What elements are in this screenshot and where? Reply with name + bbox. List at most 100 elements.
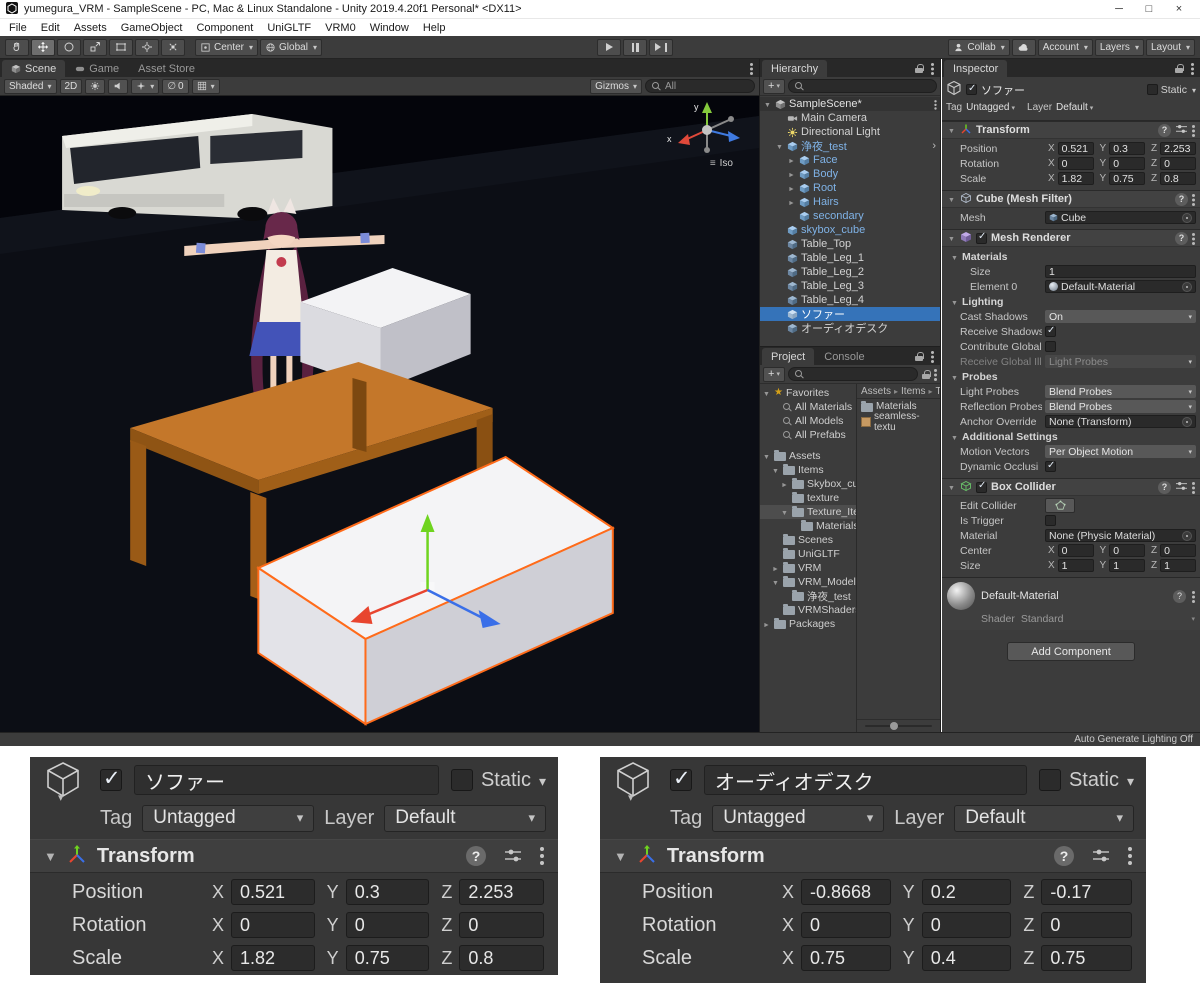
static-checkbox[interactable] <box>450 769 473 791</box>
cast-shadows-dropdown[interactable]: On <box>1045 310 1196 323</box>
foldout-icon[interactable] <box>950 251 959 263</box>
project-search-input[interactable] <box>787 367 918 381</box>
hierarchy-item-table-leg-2[interactable]: Table_Leg_2 <box>760 265 940 279</box>
position-x-field[interactable]: -0.8668 <box>801 879 891 905</box>
project-item-materials[interactable]: Materials <box>760 519 856 533</box>
foldout-icon[interactable] <box>947 232 956 244</box>
step-button[interactable] <box>649 38 674 56</box>
project-menu-icon[interactable] <box>931 350 934 363</box>
menu-help[interactable]: Help <box>416 22 453 34</box>
tab-game[interactable]: Game <box>66 60 128 77</box>
scale-y-field[interactable]: 0.75 <box>1109 172 1146 185</box>
static-toggle[interactable]: Static <box>1038 769 1134 792</box>
layer-dropdown[interactable]: Default <box>954 804 1134 832</box>
position-x-field[interactable]: 0.521 <box>1057 142 1094 155</box>
contribute-gi-checkbox[interactable] <box>1045 341 1056 352</box>
physic-material-field[interactable]: None (Physic Material) <box>1045 529 1196 542</box>
foldout-icon[interactable] <box>947 193 956 205</box>
hierarchy-item-skybox-cube[interactable]: skybox_cube <box>760 223 940 237</box>
presets-icon[interactable] <box>1175 480 1188 494</box>
lock-icon[interactable] <box>914 63 924 74</box>
component-menu-icon[interactable] <box>1192 193 1195 206</box>
project-item-texture-item[interactable]: Texture_Item <box>760 505 856 519</box>
mesh-object-field[interactable]: Cube <box>1045 211 1196 224</box>
scale-y-field[interactable]: 0.4 <box>921 945 1012 971</box>
hierarchy-item-main-camera[interactable]: Main Camera <box>760 111 940 125</box>
rect-tool-button[interactable] <box>109 38 133 56</box>
rotation-y-field[interactable]: 0 <box>1109 157 1146 170</box>
mesh-filter-header[interactable]: Cube (Mesh Filter) <box>942 190 1200 208</box>
scene-lighting-toggle[interactable] <box>85 78 106 94</box>
transform-header[interactable]: Transform <box>600 839 1146 873</box>
tab-scene[interactable]: Scene <box>2 60 66 77</box>
project-item-favorites[interactable]: Favorites <box>760 386 856 400</box>
pivot-mode-button[interactable]: Center <box>195 38 259 56</box>
minimize-button[interactable]: ─ <box>1104 3 1134 15</box>
rotation-z-field[interactable]: 0 <box>459 912 545 938</box>
hierarchy-item-table-leg-4[interactable]: Table_Leg_4 <box>760 293 940 307</box>
project-item-skybox-cub[interactable]: Skybox_cub <box>760 477 856 491</box>
foldout-icon[interactable] <box>947 481 956 493</box>
project-item-vrm[interactable]: VRM <box>760 561 856 575</box>
menu-component[interactable]: Component <box>189 22 260 34</box>
active-checkbox[interactable] <box>100 766 122 791</box>
rotation-x-field[interactable]: 0 <box>1057 157 1094 170</box>
maximize-button[interactable]: □ <box>1134 3 1164 15</box>
project-item-all-prefabs[interactable]: All Prefabs <box>760 428 856 442</box>
foldout-icon[interactable] <box>44 849 57 864</box>
scale-x-field[interactable]: 1.82 <box>231 945 315 971</box>
static-toggle[interactable]: Static <box>1146 84 1196 96</box>
project-item-scenes[interactable]: Scenes <box>760 533 856 547</box>
component-enabled-checkbox[interactable] <box>976 480 987 493</box>
lock-icon[interactable] <box>1174 63 1184 74</box>
gameobject-name[interactable]: ソファー <box>981 82 1143 98</box>
cloud-button[interactable] <box>1011 38 1036 56</box>
active-checkbox[interactable] <box>966 83 977 95</box>
project-item-packages[interactable]: Packages <box>760 617 856 631</box>
tab-hierarchy[interactable]: Hierarchy <box>762 60 828 77</box>
motion-vectors-dropdown[interactable]: Per Object Motion <box>1045 445 1196 458</box>
light-probes-dropdown[interactable]: Blend Probes <box>1045 385 1196 398</box>
position-z-field[interactable]: 2.253 <box>1160 142 1196 155</box>
layers-dropdown[interactable]: Layers <box>1094 38 1144 56</box>
menu-gameobject[interactable]: GameObject <box>114 22 190 34</box>
edit-collider-button[interactable] <box>1045 498 1075 513</box>
account-dropdown[interactable]: Account <box>1037 38 1093 56</box>
tag-dropdown[interactable]: Untagged <box>142 804 315 832</box>
component-menu-icon[interactable] <box>1128 847 1132 865</box>
rotation-z-field[interactable]: 0 <box>1160 157 1196 170</box>
lock-icon[interactable] <box>914 351 924 362</box>
project-item-vrm-model[interactable]: VRM_Model <box>760 575 856 589</box>
scene-audio-toggle[interactable] <box>108 78 129 94</box>
shader-dropdown[interactable]: Standard <box>1021 613 1195 625</box>
foldout-icon[interactable] <box>950 431 959 443</box>
scale-x-field[interactable]: 0.75 <box>801 945 891 971</box>
draw-mode-dropdown[interactable]: Shaded <box>4 78 57 94</box>
project-create-button[interactable] <box>763 366 785 382</box>
component-menu-icon[interactable] <box>1192 232 1195 245</box>
static-checkbox[interactable] <box>1038 769 1061 791</box>
size-y-field[interactable]: 1 <box>1109 559 1146 572</box>
hidden-objects-toggle[interactable]: 0 <box>162 78 189 94</box>
tag-dropdown[interactable]: Untagged <box>966 102 1015 113</box>
reflection-probes-dropdown[interactable]: Blend Probes <box>1045 400 1196 413</box>
center-z-field[interactable]: 0 <box>1160 544 1196 557</box>
gameobject-name-field[interactable]: ソファー <box>134 765 439 795</box>
center-y-field[interactable]: 0 <box>1109 544 1146 557</box>
hierarchy-menu-icon[interactable] <box>931 62 934 75</box>
rotation-z-field[interactable]: 0 <box>1041 912 1133 938</box>
lock-icon[interactable] <box>921 369 931 380</box>
static-toggle[interactable]: Static <box>450 769 546 792</box>
pivot-rotation-button[interactable]: Global <box>260 38 322 56</box>
foldout-icon[interactable] <box>947 124 956 136</box>
scale-x-field[interactable]: 1.82 <box>1057 172 1094 185</box>
orientation-gizmo[interactable]: x y <box>661 100 753 158</box>
project-options-icon[interactable] <box>934 368 937 381</box>
presets-icon[interactable] <box>504 847 522 866</box>
rotation-x-field[interactable]: 0 <box>231 912 315 938</box>
hierarchy-item-hairs[interactable]: Hairs <box>760 195 940 209</box>
tab-project[interactable]: Project <box>762 348 815 365</box>
help-icon[interactable] <box>1175 192 1188 206</box>
component-enabled-checkbox[interactable] <box>976 231 987 244</box>
anchor-override-field[interactable]: None (Transform) <box>1045 415 1196 428</box>
